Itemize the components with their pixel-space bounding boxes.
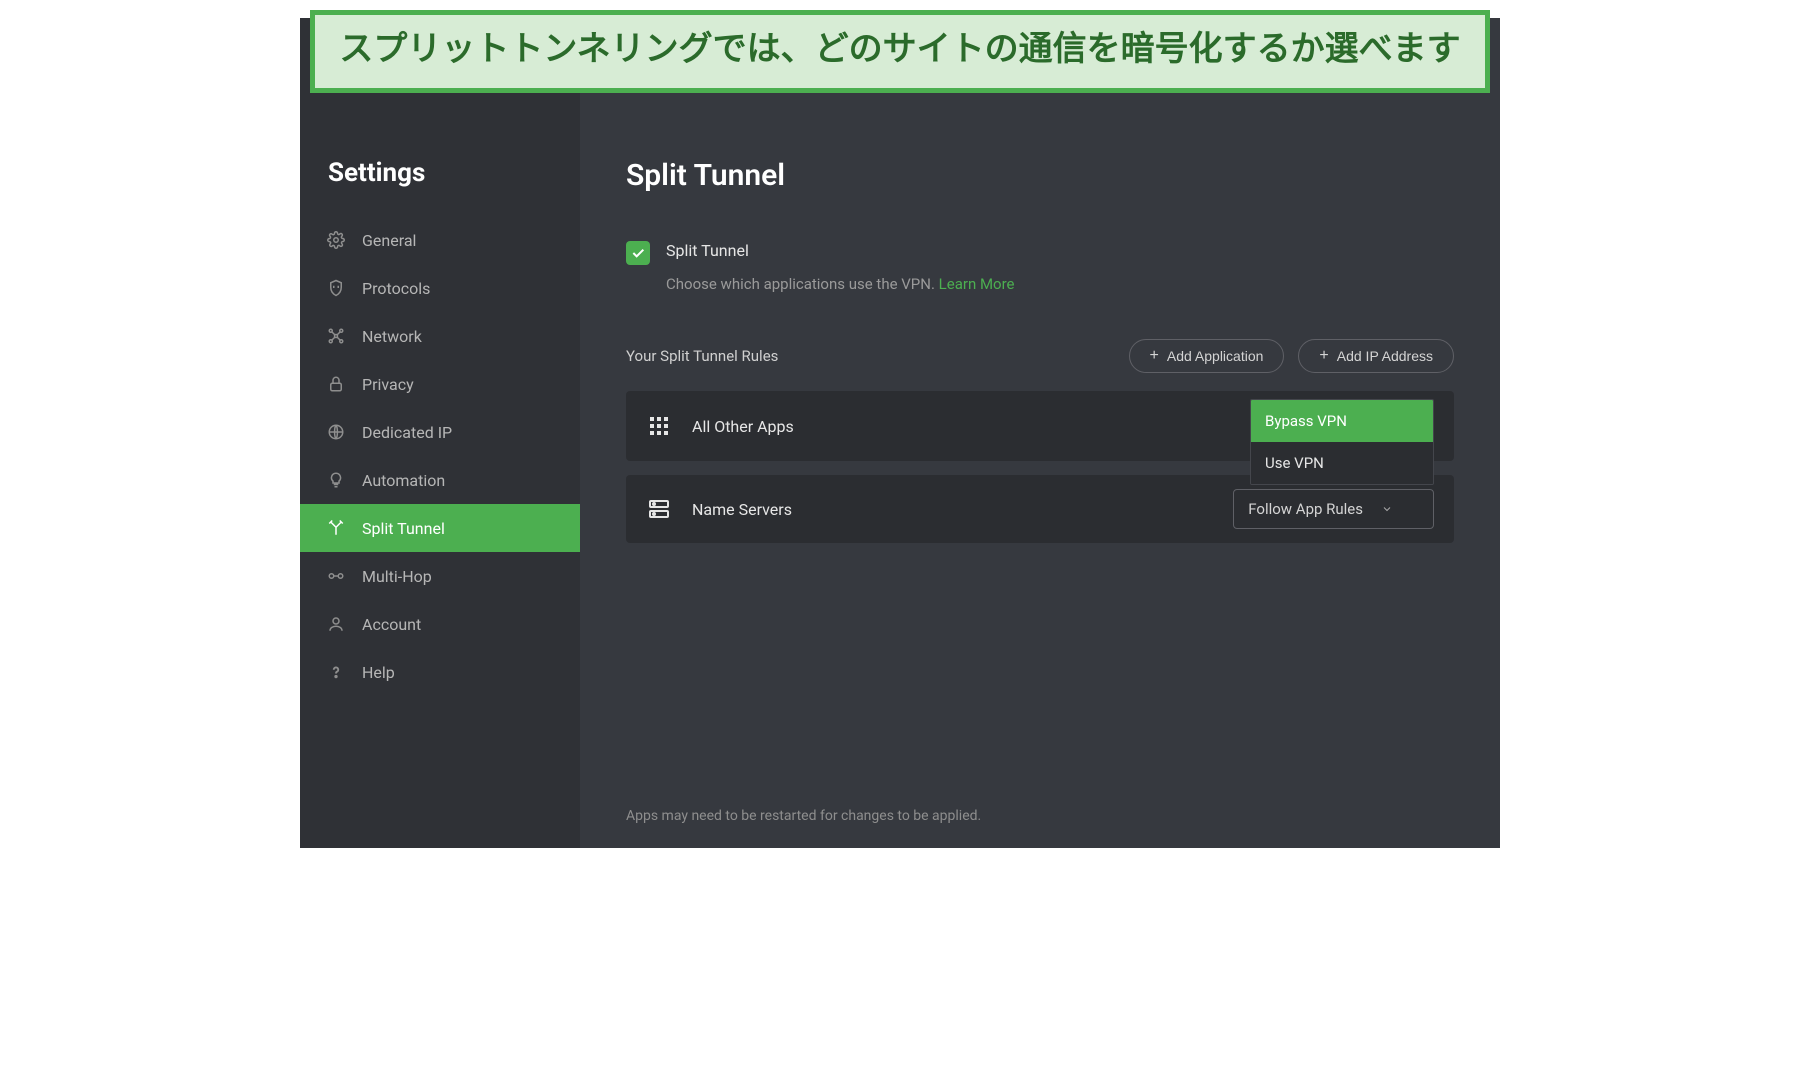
sidebar-item-split-tunnel[interactable]: Split Tunnel xyxy=(300,504,580,552)
sidebar-item-label: Protocols xyxy=(362,279,430,298)
rule-label: Name Servers xyxy=(692,500,1213,519)
sidebar-item-label: Account xyxy=(362,615,421,634)
rules-title: Your Split Tunnel Rules xyxy=(626,347,778,365)
dropdown-option-label: Use VPN xyxy=(1265,454,1324,472)
callout-banner: スプリットトンネリングでは、どのサイトの通信を暗号化するか選べます xyxy=(310,10,1490,93)
split-tunnel-toggle-label: Split Tunnel xyxy=(666,241,749,260)
gear-icon xyxy=(326,230,346,250)
sidebar-item-label: Help xyxy=(362,663,395,682)
rule-mode-select[interactable]: Follow App Rules xyxy=(1233,489,1434,529)
sidebar-item-label: Privacy xyxy=(362,375,414,394)
shield-plug-icon xyxy=(326,278,346,298)
dropdown-option-label: Bypass VPN xyxy=(1265,412,1347,430)
sidebar-item-multi-hop[interactable]: Multi-Hop xyxy=(300,552,580,600)
sidebar-item-label: Multi-Hop xyxy=(362,567,432,586)
rule-label: All Other Apps xyxy=(692,417,1230,436)
app-window: Settings General Protocols Network xyxy=(300,18,1500,848)
sidebar-item-label: General xyxy=(362,231,416,250)
rules-header-buttons: + Add Application + Add IP Address xyxy=(1129,339,1454,373)
toggle-subtext-text: Choose which applications use the VPN. xyxy=(666,275,935,293)
split-tunnel-checkbox[interactable] xyxy=(626,241,650,265)
plus-icon: + xyxy=(1150,348,1159,364)
person-icon xyxy=(326,614,346,634)
plus-icon: + xyxy=(1319,348,1328,364)
rule-row-name-servers: Name Servers Follow App Rules xyxy=(626,475,1454,543)
sidebar-item-label: Split Tunnel xyxy=(362,519,445,538)
rule-row-all-other-apps: All Other Apps Bypass VPN Use VPN xyxy=(626,391,1454,461)
rule-select-value: Follow App Rules xyxy=(1248,500,1363,518)
split-icon xyxy=(326,518,346,538)
lightbulb-icon xyxy=(326,470,346,490)
server-icon xyxy=(646,496,672,522)
multi-hop-icon xyxy=(326,566,346,586)
sidebar-item-help[interactable]: Help xyxy=(300,648,580,696)
sidebar-item-dedicated-ip[interactable]: Dedicated IP xyxy=(300,408,580,456)
rule-mode-dropdown: Bypass VPN Use VPN xyxy=(1250,399,1434,485)
page-title: Split Tunnel xyxy=(626,158,1454,193)
callout-text: スプリットトンネリングでは、どのサイトの通信を暗号化するか選べます xyxy=(339,29,1460,69)
sidebar-item-protocols[interactable]: Protocols xyxy=(300,264,580,312)
add-ip-address-label: Add IP Address xyxy=(1337,348,1433,364)
add-application-label: Add Application xyxy=(1167,348,1264,364)
sidebar-title: Settings xyxy=(300,158,580,216)
main-panel: Split Tunnel Split Tunnel Choose which a… xyxy=(580,18,1500,848)
learn-more-link[interactable]: Learn More xyxy=(939,275,1015,293)
sidebar-item-automation[interactable]: Automation xyxy=(300,456,580,504)
sidebar-item-account[interactable]: Account xyxy=(300,600,580,648)
network-icon xyxy=(326,326,346,346)
apps-grid-icon xyxy=(646,413,672,439)
dropdown-option-bypass-vpn[interactable]: Bypass VPN xyxy=(1251,400,1433,442)
sidebar-item-network[interactable]: Network xyxy=(300,312,580,360)
chevron-down-icon xyxy=(1381,503,1393,515)
sidebar-item-label: Network xyxy=(362,327,422,346)
rules-header: Your Split Tunnel Rules + Add Applicatio… xyxy=(626,339,1454,373)
sidebar-item-label: Dedicated IP xyxy=(362,423,452,442)
sidebar: Settings General Protocols Network xyxy=(300,18,580,848)
ip-globe-icon xyxy=(326,422,346,442)
lock-icon xyxy=(326,374,346,394)
add-application-button[interactable]: + Add Application xyxy=(1129,339,1285,373)
add-ip-address-button[interactable]: + Add IP Address xyxy=(1298,339,1454,373)
sidebar-item-general[interactable]: General xyxy=(300,216,580,264)
footer-note: Apps may need to be restarted for change… xyxy=(626,808,981,824)
split-tunnel-toggle-row: Split Tunnel xyxy=(626,241,1454,265)
help-icon xyxy=(326,662,346,682)
sidebar-item-label: Automation xyxy=(362,471,445,490)
dropdown-option-use-vpn[interactable]: Use VPN xyxy=(1251,442,1433,484)
check-icon xyxy=(630,245,646,261)
sidebar-item-privacy[interactable]: Privacy xyxy=(300,360,580,408)
split-tunnel-subtext: Choose which applications use the VPN. L… xyxy=(666,275,1454,293)
